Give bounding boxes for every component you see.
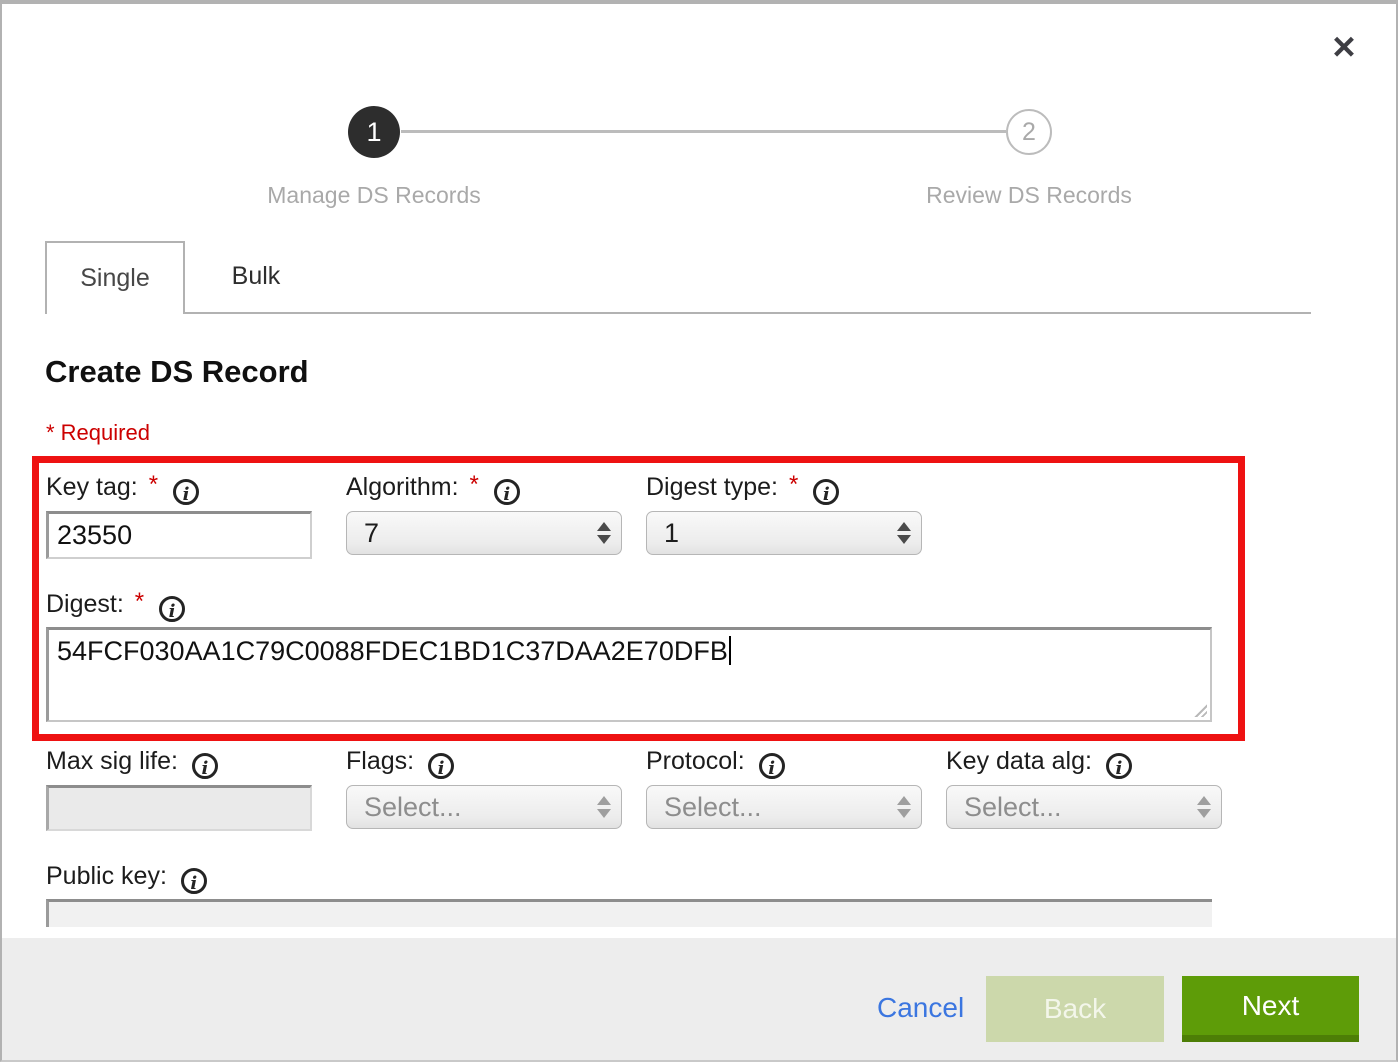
flags-label-text: Flags: (346, 747, 414, 775)
flags-label: Flags: i (346, 747, 454, 779)
resize-handle-icon[interactable] (1192, 702, 1207, 717)
key-tag-required-asterisk: * (149, 471, 158, 498)
key-data-alg-label-text: Key data alg: (946, 747, 1092, 775)
flags-select[interactable]: Select... (346, 785, 622, 829)
select-spinner-icon (1187, 796, 1221, 818)
next-button[interactable]: Next (1182, 976, 1359, 1042)
step-1-label: Manage DS Records (214, 182, 534, 209)
step-2-circle: 2 (1006, 109, 1052, 155)
max-sig-life-info-icon[interactable]: i (192, 753, 218, 779)
digest-type-info-icon[interactable]: i (813, 479, 839, 505)
digest-info-icon[interactable]: i (159, 596, 185, 622)
digest-textarea[interactable]: 54FCF030AA1C79C0088FDEC1BD1C37DAA2E70DFB (46, 627, 1212, 722)
digest-textarea-value: 54FCF030AA1C79C0088FDEC1BD1C37DAA2E70DFB (57, 636, 728, 666)
algorithm-label: Algorithm: * i (346, 471, 520, 505)
public-key-textarea[interactable] (46, 899, 1212, 927)
digest-type-select[interactable]: 1 (646, 511, 922, 555)
digest-label: Digest: * i (46, 588, 185, 622)
required-note: * Required (46, 420, 150, 446)
step-2-label: Review DS Records (869, 182, 1189, 209)
max-sig-life-input[interactable] (46, 785, 312, 831)
key-data-alg-label: Key data alg: i (946, 747, 1132, 779)
select-spinner-icon (887, 522, 921, 544)
max-sig-life-label: Max sig life: i (46, 747, 218, 779)
protocol-label-text: Protocol: (646, 747, 745, 775)
key-data-alg-select-value: Select... (947, 792, 1187, 823)
tab-bar: Single Bulk (45, 241, 1311, 314)
flags-select-value: Select... (347, 792, 587, 823)
protocol-label: Protocol: i (646, 747, 785, 779)
cancel-button[interactable]: Cancel (877, 992, 964, 1024)
step-1-circle: 1 (348, 106, 400, 158)
close-icon[interactable]: ✕ (1324, 28, 1364, 68)
public-key-label-text: Public key: (46, 862, 167, 890)
digest-type-label-text: Digest type: (646, 473, 778, 501)
digest-type-label: Digest type: * i (646, 471, 839, 505)
protocol-info-icon[interactable]: i (759, 753, 785, 779)
digest-label-text: Digest: (46, 590, 124, 618)
max-sig-life-label-text: Max sig life: (46, 747, 178, 775)
key-data-alg-select[interactable]: Select... (946, 785, 1222, 829)
protocol-select-value: Select... (647, 792, 887, 823)
select-spinner-icon (887, 796, 921, 818)
create-ds-record-dialog: ✕ 1 2 Manage DS Records Review DS Record… (0, 0, 1398, 1062)
back-button[interactable]: Back (986, 976, 1164, 1042)
algorithm-label-text: Algorithm: (346, 473, 459, 501)
algorithm-required-asterisk: * (470, 471, 479, 498)
algorithm-select-value: 7 (347, 518, 587, 549)
digest-type-required-asterisk: * (789, 471, 798, 498)
stepper-connector-line (401, 130, 1006, 133)
digest-required-asterisk: * (135, 588, 144, 615)
page-title: Create DS Record (45, 354, 309, 390)
public-key-info-icon[interactable]: i (181, 868, 207, 894)
protocol-select[interactable]: Select... (646, 785, 922, 829)
key-tag-info-icon[interactable]: i (173, 479, 199, 505)
key-tag-label-text: Key tag: (46, 473, 138, 501)
text-caret (729, 636, 731, 665)
algorithm-info-icon[interactable]: i (494, 479, 520, 505)
key-tag-label: Key tag: * i (46, 471, 199, 505)
public-key-label: Public key: i (46, 862, 207, 894)
tab-single[interactable]: Single (45, 241, 185, 314)
digest-type-select-value: 1 (647, 518, 887, 549)
select-spinner-icon (587, 522, 621, 544)
key-data-alg-info-icon[interactable]: i (1106, 753, 1132, 779)
algorithm-select[interactable]: 7 (346, 511, 622, 555)
select-spinner-icon (587, 796, 621, 818)
flags-info-icon[interactable]: i (428, 753, 454, 779)
key-tag-input[interactable] (46, 511, 312, 559)
tab-bulk[interactable]: Bulk (185, 241, 327, 312)
